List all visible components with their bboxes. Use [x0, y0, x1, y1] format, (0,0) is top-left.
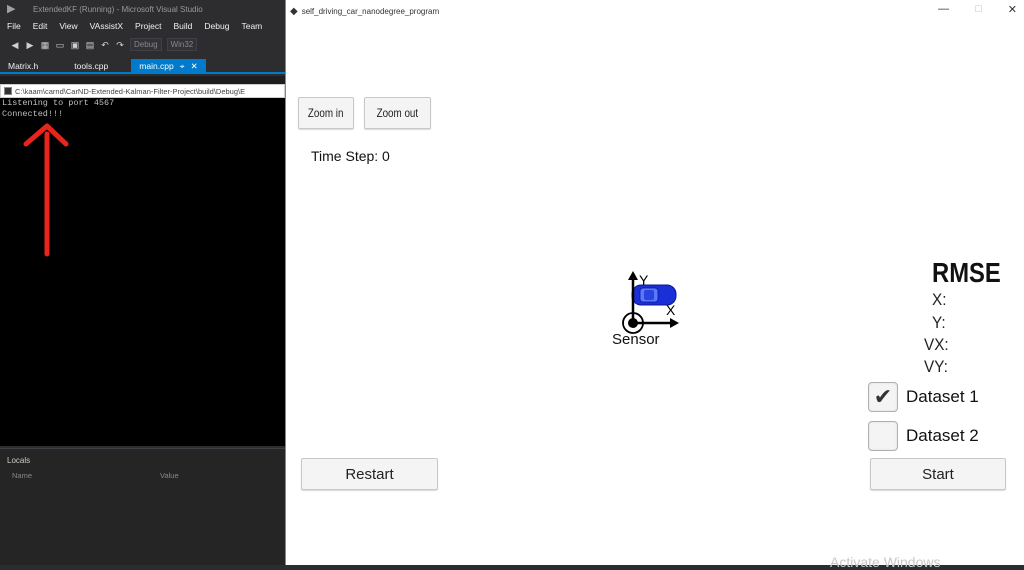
configuration-dropdown[interactable]: Debug — [130, 38, 162, 51]
rmse-x-label: X: — [932, 290, 947, 309]
menu-vassistx[interactable]: VAssistX — [83, 19, 128, 33]
visual-studio-window: ▶ ExtendedKF (Running) - Microsoft Visua… — [0, 0, 285, 565]
dataset-2-label: Dataset 2 — [906, 426, 979, 445]
zoom-in-button[interactable]: Zoom in — [298, 97, 354, 129]
tab-tools-cpp[interactable]: tools.cpp — [66, 59, 116, 72]
sim-title-bar: ◆ self_driving_car_nanodegree_program — … — [286, 0, 1024, 22]
menu-project[interactable]: Project — [128, 19, 166, 33]
menu-build[interactable]: Build — [167, 19, 198, 33]
forward-navigation-icon[interactable]: ▶ — [25, 40, 35, 50]
maximize-icon[interactable]: □ — [975, 3, 982, 16]
menu-edit[interactable]: Edit — [26, 19, 53, 33]
zoom-in-label: Zoom in — [308, 106, 344, 120]
console-window: C:\kaam\carnd\CarND-Extended-Kalman-Filt… — [0, 84, 285, 446]
restart-button[interactable]: Restart — [301, 458, 438, 490]
close-window-icon[interactable]: ✕ — [1008, 3, 1017, 16]
dataset-2-checkbox[interactable] — [868, 421, 898, 451]
rmse-vy-label: VY: — [924, 357, 948, 376]
minimize-icon[interactable]: — — [938, 3, 949, 16]
vs-window-title: ExtendedKF (Running) - Microsoft Visual … — [33, 4, 203, 14]
menu-file[interactable]: File — [0, 19, 26, 33]
start-button[interactable]: Start — [870, 458, 1006, 490]
dataset-1-checkbox[interactable]: ✔ — [868, 382, 898, 412]
activate-windows-watermark: Activate Windows — [830, 554, 941, 570]
vs-editor-tabs: Matrix.h tools.cpp main.cpp ⌖ ✕ — [0, 59, 285, 74]
menu-view[interactable]: View — [52, 19, 82, 33]
zoom-out-label: Zoom out — [376, 106, 419, 120]
locals-header: Name Value — [0, 465, 285, 480]
platform-dropdown[interactable]: Win32 — [166, 38, 198, 51]
tab-matrix-h[interactable]: Matrix.h — [0, 59, 46, 72]
vs-title-bar: ▶ ExtendedKF (Running) - Microsoft Visua… — [0, 0, 285, 18]
rmse-y-label: Y: — [932, 313, 946, 332]
locals-title: Locals — [7, 456, 31, 465]
tab-main-cpp[interactable]: main.cpp ⌖ ✕ — [131, 59, 206, 72]
back-navigation-icon[interactable]: ◀ — [10, 40, 20, 50]
tab-main-cpp-label: main.cpp — [139, 61, 174, 71]
save-icon[interactable]: ▣ — [70, 40, 80, 50]
time-step-label: Time Step: 0 — [311, 148, 390, 164]
rmse-title: RMSE — [932, 257, 1001, 288]
dataset-1-label: Dataset 1 — [906, 387, 979, 406]
locals-col-value[interactable]: Value — [160, 471, 179, 480]
unity-icon: ◆ — [290, 5, 298, 17]
sensor-label: Sensor — [612, 331, 660, 348]
locals-panel: Locals Name Value — [0, 448, 285, 565]
sim-window-title: self_driving_car_nanodegree_program — [301, 6, 440, 16]
pin-icon[interactable]: ⌖ — [180, 59, 185, 72]
red-annotation-arrow-icon — [23, 123, 69, 257]
checkmark-icon: ✔ — [873, 384, 893, 409]
rmse-vx-label: VX: — [924, 335, 949, 354]
menu-debug[interactable]: Debug — [197, 19, 234, 33]
axis-y-label: Y — [639, 272, 649, 288]
zoom-out-button[interactable]: Zoom out — [364, 97, 431, 129]
close-icon[interactable]: ✕ — [191, 59, 198, 72]
vs-toolbar: ◀ ▶ ▦ ▭ ▣ ▤ ↶ ↷ Debug Win32 — [0, 35, 285, 54]
menu-team[interactable]: Team — [234, 19, 267, 33]
redo-icon[interactable]: ↷ — [115, 40, 125, 50]
new-project-icon[interactable]: ▦ — [40, 40, 50, 50]
axis-x-label: X — [666, 302, 676, 318]
vs-menu-bar: File Edit View VAssistX Project Build De… — [0, 19, 267, 33]
locals-col-name[interactable]: Name — [12, 471, 160, 480]
visual-studio-logo-icon: ▶ — [7, 3, 16, 15]
window-controls: — □ ✕ — [938, 3, 1017, 16]
simulator-window: ◆ self_driving_car_nanodegree_program — … — [285, 0, 1024, 570]
undo-icon[interactable]: ↶ — [100, 40, 110, 50]
open-folder-icon[interactable]: ▭ — [55, 40, 65, 50]
editor-area — [0, 76, 285, 84]
save-all-icon[interactable]: ▤ — [85, 40, 95, 50]
